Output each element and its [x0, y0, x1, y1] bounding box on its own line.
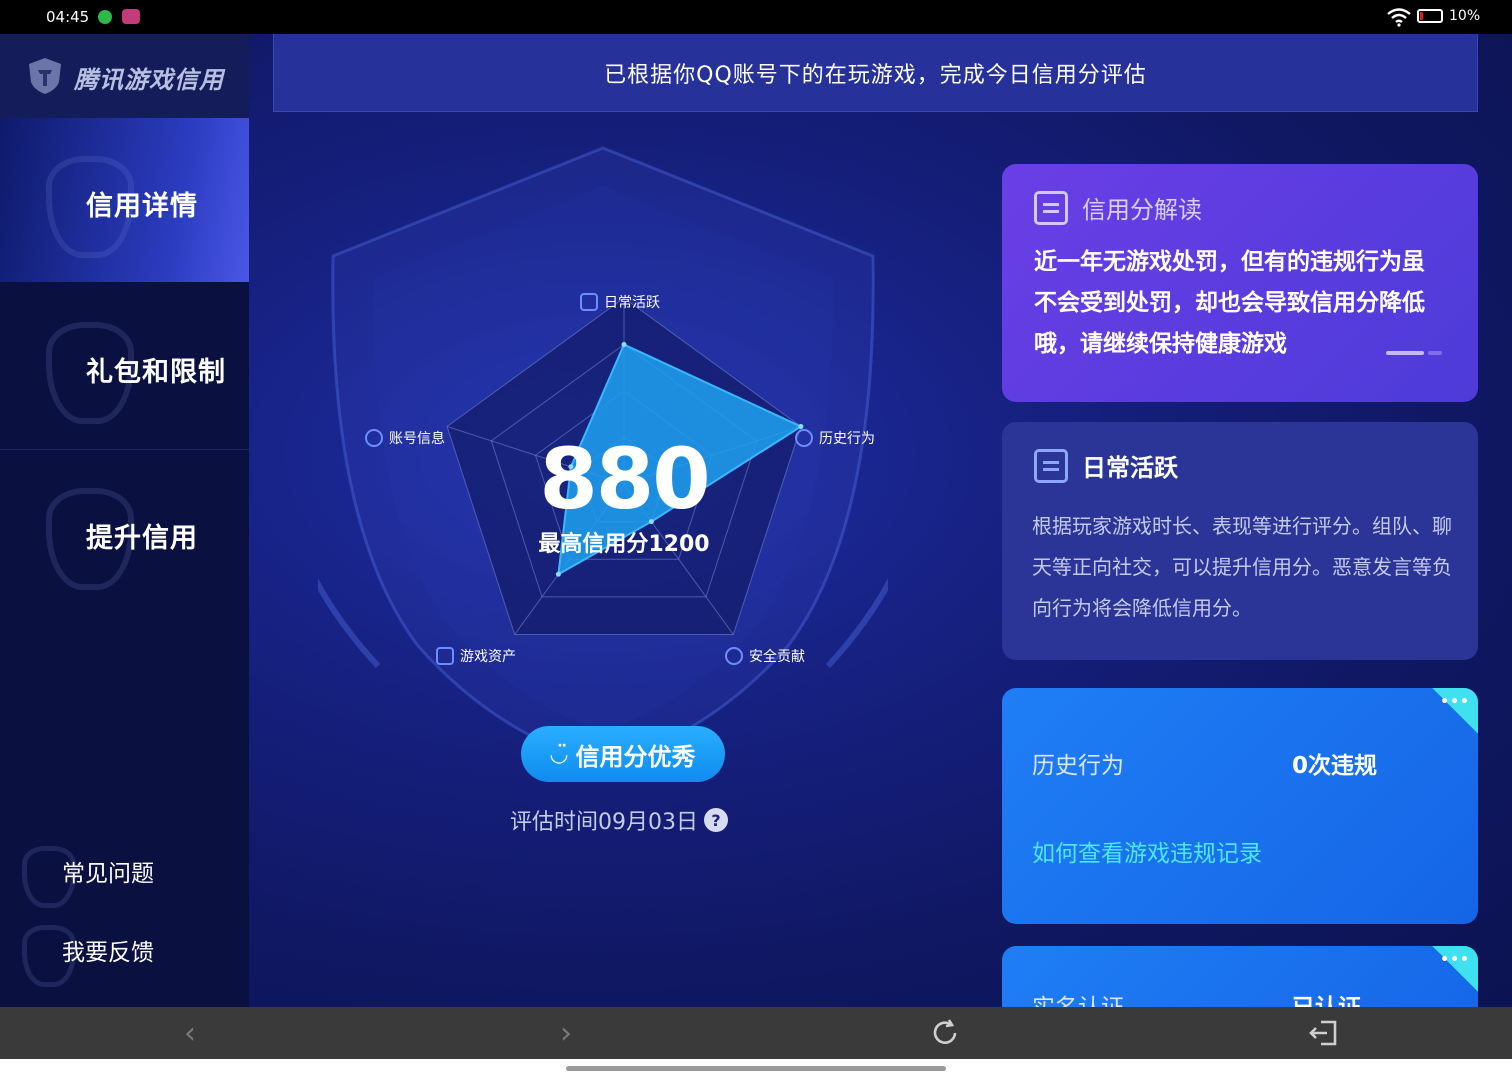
history-label: 历史行为 — [1032, 753, 1124, 779]
credit-interpretation-card[interactable]: 信用分解读 近一年无游戏处罚，但有的违规行为虽不会受到处罚，却也会导致信用分降低… — [1002, 164, 1478, 402]
axis-label-history[interactable]: 历史行为 — [795, 428, 875, 448]
app-content: 腾讯游戏信用 信用详情 礼包和限制 提升信用 常见问题 我要反馈 已根据你QQ账… — [0, 34, 1512, 1007]
exit-icon[interactable] — [1303, 1015, 1343, 1051]
axis-label-text: 账号信息 — [389, 431, 445, 447]
page-indicator-active — [1386, 351, 1424, 355]
card-header: 日常活跃 — [1034, 448, 1178, 483]
card-title: 日常活跃 — [1082, 454, 1178, 482]
help-icon[interactable]: ? — [704, 808, 728, 832]
axis-label-text: 日常活跃 — [604, 295, 660, 311]
forward-icon[interactable]: › — [546, 1015, 586, 1051]
realname-card[interactable]: ••• 实名认证 已认证 — [1002, 946, 1478, 1007]
more-icon[interactable]: ••• — [1440, 952, 1470, 968]
status-bar: 04:45 10% — [0, 0, 1512, 34]
clock-icon — [795, 429, 813, 447]
app-notification-icon — [98, 10, 112, 24]
user-icon — [365, 429, 383, 447]
wallet-icon — [436, 647, 454, 665]
axis-label-text: 安全贡献 — [749, 649, 805, 665]
wifi-icon — [1387, 8, 1411, 27]
evaluation-time: 评估时间09月03日 ? — [510, 804, 728, 836]
back-icon[interactable]: ‹ — [170, 1015, 210, 1051]
refresh-icon[interactable] — [925, 1015, 965, 1051]
history-behavior-card[interactable]: ••• 历史行为 0次违规 如何查看游戏违规记录 — [1002, 688, 1478, 924]
daily-active-card[interactable]: 日常活跃 根据玩家游戏时长、表现等进行评分。组队、聊天等正向社交，可以提升信用分… — [1002, 422, 1478, 660]
credit-level-badge: ◡̈ 信用分优秀 — [521, 726, 725, 782]
axis-label-security[interactable]: 安全贡献 — [725, 646, 805, 666]
battery-percent: 10% — [1449, 8, 1481, 24]
doc-icon — [1034, 190, 1068, 225]
axis-label-daily-active[interactable]: 日常活跃 — [580, 292, 660, 312]
violation-count: 0次违规 — [1292, 753, 1378, 779]
radar-point — [621, 342, 627, 347]
card-title: 信用分解读 — [1082, 196, 1202, 224]
status-time: 04:45 — [46, 8, 90, 26]
doc-icon — [1034, 448, 1068, 483]
browser-nav-bar: ‹ › — [0, 1007, 1512, 1059]
radar-point — [555, 571, 561, 577]
app-notification-icon — [122, 9, 140, 24]
home-indicator[interactable] — [566, 1066, 946, 1071]
more-icon[interactable]: ••• — [1440, 694, 1470, 710]
axis-label-account[interactable]: 账号信息 — [365, 428, 445, 448]
credit-level-label: 信用分优秀 — [575, 742, 696, 771]
smile-icon: ◡̈ — [550, 741, 568, 767]
axis-label-text: 游戏资产 — [460, 649, 516, 665]
battery-icon — [1417, 9, 1443, 23]
doc-icon — [580, 293, 598, 311]
max-score-label: 最高信用分1200 — [538, 532, 710, 557]
realname-status: 已认证 — [1292, 988, 1361, 1007]
realname-label: 实名认证 — [1032, 988, 1124, 1007]
page-indicator — [1428, 351, 1442, 355]
card-body: 根据玩家游戏时长、表现等进行评分。组队、聊天等正向社交，可以提升信用分。恶意发言… — [1032, 514, 1452, 620]
axis-label-text: 历史行为 — [819, 431, 875, 447]
view-violations-link[interactable]: 如何查看游戏违规记录 — [1032, 834, 1262, 868]
credit-score: 880 — [539, 430, 710, 528]
axis-label-assets[interactable]: 游戏资产 — [436, 646, 516, 666]
shield-icon — [725, 647, 743, 665]
evaluation-time-text: 评估时间09月03日 — [510, 810, 698, 835]
card-body: 近一年无游戏处罚，但有的违规行为虽不会受到处罚，却也会导致信用分降低哦，请继续保… — [1034, 249, 1425, 357]
card-header: 信用分解读 — [1034, 190, 1202, 225]
